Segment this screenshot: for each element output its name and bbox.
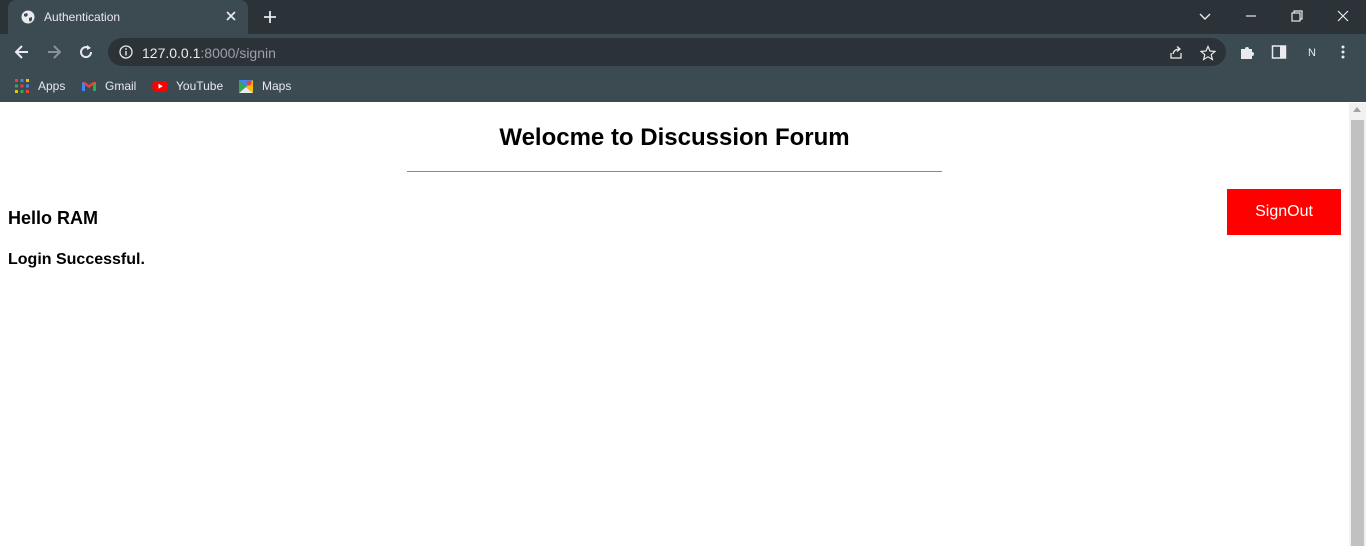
bookmark-youtube[interactable]: YouTube xyxy=(152,77,223,95)
close-window-icon[interactable] xyxy=(1335,8,1351,24)
globe-icon xyxy=(21,10,35,24)
minimize-icon[interactable] xyxy=(1243,8,1259,24)
page-content: Welocme to Discussion Forum Hello RAM Lo… xyxy=(0,103,1349,546)
bookmark-star-icon[interactable] xyxy=(1200,45,1216,61)
restore-icon[interactable] xyxy=(1289,8,1305,24)
back-arrow-icon[interactable] xyxy=(13,43,31,61)
browser-tab[interactable]: Authentication xyxy=(8,0,248,34)
address-bar[interactable]: 127.0.0.1:8000/signin xyxy=(108,38,1226,66)
gmail-icon xyxy=(82,82,96,91)
tab-search-chevron-icon[interactable] xyxy=(1197,8,1213,24)
bookmark-label: Maps xyxy=(262,79,292,93)
bookmark-label: Gmail xyxy=(105,79,137,93)
bookmark-apps[interactable]: Apps xyxy=(14,77,65,95)
url-text: 127.0.0.1:8000/signin xyxy=(142,45,276,61)
url-path: :8000/signin xyxy=(200,45,276,61)
info-icon[interactable] xyxy=(119,45,133,59)
tab-title: Authentication xyxy=(44,10,121,24)
apps-grid-icon xyxy=(15,79,29,93)
scrollbar-thumb[interactable] xyxy=(1351,120,1364,546)
reload-icon[interactable] xyxy=(77,43,95,61)
signout-button[interactable]: SignOut xyxy=(1227,189,1341,235)
forward-arrow-icon[interactable] xyxy=(45,43,63,61)
bookmark-maps[interactable]: Maps xyxy=(238,77,291,95)
bookmark-gmail[interactable]: Gmail xyxy=(81,77,136,95)
profile-avatar[interactable]: N xyxy=(1303,44,1321,62)
bookmarks-bar: Apps Gmail YouTube Maps xyxy=(0,70,1366,102)
bookmark-label: Apps xyxy=(38,79,66,93)
greeting-heading: Hello RAM xyxy=(8,208,98,228)
browser-toolbar: 127.0.0.1:8000/signin xyxy=(0,34,1366,70)
tab-strip: Authentication xyxy=(0,0,1366,34)
extensions-puzzle-icon[interactable] xyxy=(1239,44,1255,60)
vertical-scrollbar[interactable] xyxy=(1349,103,1366,546)
new-tab-icon[interactable] xyxy=(262,9,278,25)
maps-icon xyxy=(239,80,253,93)
youtube-icon xyxy=(152,81,168,92)
url-host: 127.0.0.1 xyxy=(142,45,201,61)
scroll-up-arrow-icon[interactable] xyxy=(1353,107,1361,112)
login-status-message: Login Successful. xyxy=(8,251,145,268)
page-title: Welocme to Discussion Forum xyxy=(499,124,850,151)
bookmark-label: YouTube xyxy=(176,79,224,93)
share-icon[interactable] xyxy=(1168,45,1184,61)
close-tab-icon[interactable] xyxy=(224,9,238,23)
side-panel-icon[interactable] xyxy=(1271,44,1287,60)
more-menu-icon[interactable] xyxy=(1335,44,1351,60)
title-divider xyxy=(407,171,942,172)
